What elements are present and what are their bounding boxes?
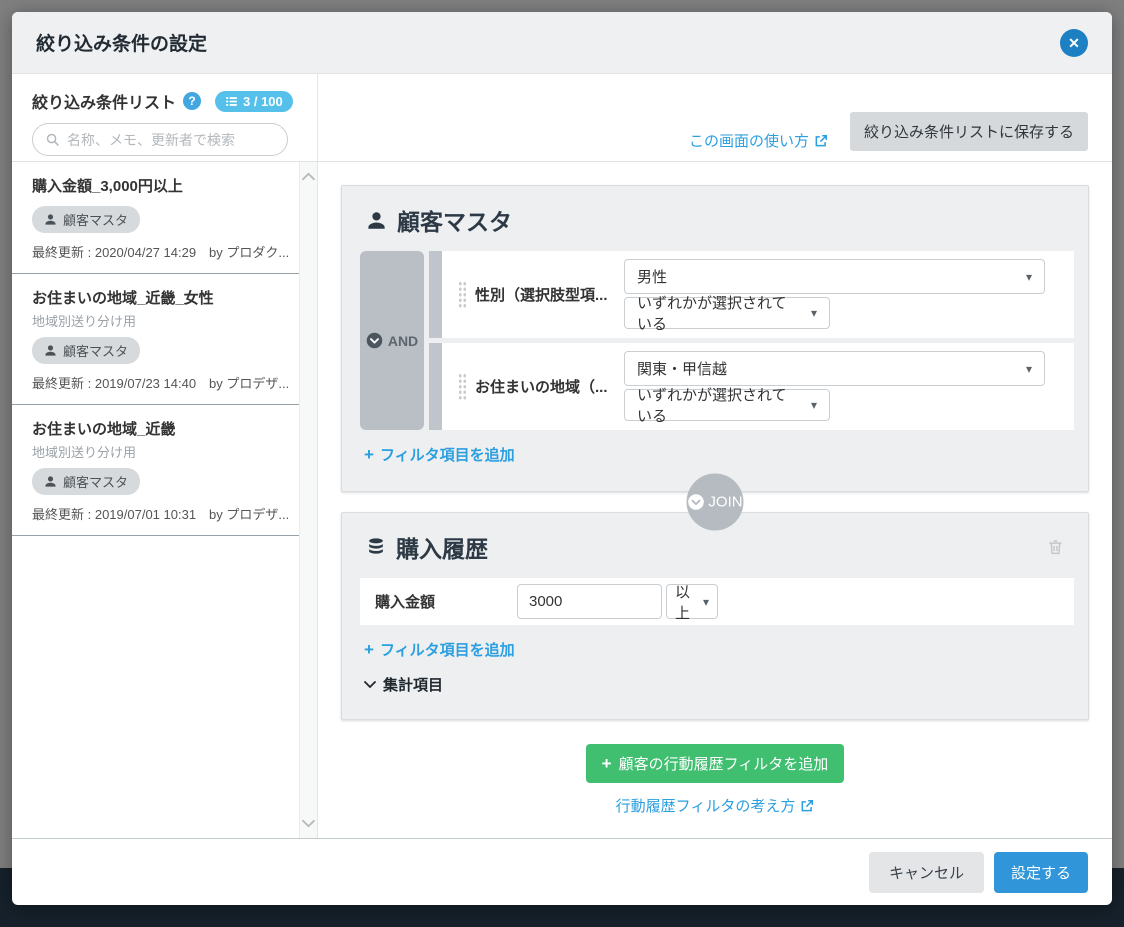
save-to-list-button[interactable]: 絞り込み条件リストに保存する — [850, 112, 1088, 151]
modal-footer: キャンセル 設定する — [12, 838, 1112, 905]
operator-toggle[interactable]: AND — [360, 251, 424, 430]
modal-body: 購入金額_3,000円以上 顧客マスタ 最終更新 : 2020/04/27 14… — [12, 162, 1112, 838]
item-updated: 最終更新 : 2019/07/23 14:40by プロデザ... — [32, 373, 273, 392]
add-behavior-filter-button[interactable]: + 顧客の行動履歴フィルタを追加 — [586, 744, 845, 783]
region-value-select[interactable]: 関東・甲信越 ▾ — [624, 351, 1045, 386]
add-filter-item-link[interactable]: + フィルタ項目を追加 — [364, 444, 515, 465]
item-name: お住まいの地域_近畿_女性 — [32, 287, 273, 308]
chevron-down-icon — [364, 680, 376, 689]
row-connector-bar — [429, 343, 442, 430]
scroll-down-icon[interactable] — [302, 819, 315, 828]
close-icon: ✕ — [1068, 36, 1080, 50]
purchase-amount-input[interactable] — [517, 584, 662, 619]
filter-field-label: お住まいの地域（... — [475, 376, 624, 397]
join-button[interactable]: JOIN — [687, 474, 744, 531]
gender-value-select[interactable]: 男性 ▾ — [624, 259, 1045, 294]
filter-row-wrap: お住まいの地域（... 関東・甲信越 ▾ いずれかが選択されている — [429, 343, 1074, 430]
caret-down-icon: ▾ — [1026, 270, 1032, 284]
plus-icon: + — [364, 445, 374, 465]
search-input[interactable] — [67, 132, 275, 148]
source-badge: 顧客マスタ — [32, 468, 140, 495]
source-badge: 顧客マスタ — [32, 206, 140, 233]
chevron-circle-down-icon — [687, 494, 704, 511]
scroll-up-icon[interactable] — [302, 172, 315, 181]
drag-handle-icon[interactable] — [458, 373, 467, 400]
filter-row-region: お住まいの地域（... 関東・甲信越 ▾ いずれかが選択されている — [442, 343, 1074, 430]
item-updated: 最終更新 : 2019/07/01 10:31by プロデザ... — [32, 504, 273, 523]
plus-icon: + — [364, 640, 374, 660]
trash-icon — [1047, 538, 1064, 556]
delete-panel-button[interactable] — [1047, 538, 1064, 556]
screen-help-link[interactable]: この画面の使い方 — [689, 130, 828, 151]
filter-count-badge: 3 / 100 — [215, 91, 293, 112]
modal-title: 絞り込み条件の設定 — [36, 29, 207, 56]
drag-handle-icon[interactable] — [458, 281, 467, 308]
search-box — [32, 123, 288, 156]
external-link-icon — [800, 799, 814, 813]
row-connector-bar — [429, 251, 442, 338]
modal-header: 絞り込み条件の設定 ✕ — [12, 12, 1112, 74]
source-badge: 顧客マスタ — [32, 337, 140, 364]
external-link-icon — [814, 134, 828, 148]
aggregate-items-toggle[interactable]: 集計項目 — [364, 674, 443, 695]
count-badge-text: 3 / 100 — [243, 94, 283, 109]
filter-row-gender: 性別（選択肢型項... 男性 ▾ いずれかが選択されている — [442, 251, 1074, 338]
item-memo: 地域別送り分け用 — [32, 442, 273, 461]
sidebar-title: 絞り込み条件リスト — [32, 89, 176, 113]
main-content: 顧客マスタ AND — [318, 162, 1112, 838]
add-filter-item-link[interactable]: + フィルタ項目を追加 — [364, 639, 515, 660]
submit-button[interactable]: 設定する — [994, 852, 1088, 893]
amount-condition-select[interactable]: 以上 ▾ — [666, 584, 718, 619]
item-name: お住まいの地域_近畿 — [32, 418, 273, 439]
customer-panel-title: 顧客マスタ — [366, 203, 512, 237]
help-icon[interactable]: ? — [183, 92, 201, 110]
purchase-history-panel: 購入履歴 購入金額 以上 — [341, 512, 1089, 720]
caret-down-icon: ▾ — [1026, 362, 1032, 376]
caret-down-icon: ▾ — [811, 398, 817, 412]
purchase-panel-title: 購入履歴 — [366, 530, 488, 564]
person-icon — [44, 475, 57, 488]
gender-condition-select[interactable]: いずれかが選択されている ▾ — [624, 297, 830, 329]
search-icon — [45, 132, 60, 147]
chevron-circle-down-icon — [366, 332, 383, 349]
customer-master-panel: 顧客マスタ AND — [341, 185, 1089, 492]
cancel-button[interactable]: キャンセル — [869, 852, 984, 893]
plus-icon: + — [602, 754, 612, 774]
filter-row-wrap: 性別（選択肢型項... 男性 ▾ いずれかが選択されている — [429, 251, 1074, 338]
region-condition-select[interactable]: いずれかが選択されている ▾ — [624, 389, 830, 421]
list-item[interactable]: お住まいの地域_近畿 地域別送り分け用 顧客マスタ 最終更新 : 2019/07… — [12, 405, 317, 536]
person-icon — [366, 210, 387, 231]
filter-settings-modal: 絞り込み条件の設定 ✕ 絞り込み条件リスト ? — [12, 12, 1112, 905]
item-name: 購入金額_3,000円以上 — [32, 175, 273, 196]
filter-list: 購入金額_3,000円以上 顧客マスタ 最終更新 : 2020/04/27 14… — [12, 162, 318, 838]
sidebar-header: 絞り込み条件リスト ? 3 / 100 — [12, 74, 318, 161]
filter-field-label: 性別（選択肢型項... — [475, 284, 624, 305]
purchase-amount-row: 購入金額 以上 ▾ — [360, 578, 1074, 625]
person-icon — [44, 344, 57, 357]
join-gap: JOIN — [341, 492, 1089, 512]
close-button[interactable]: ✕ — [1060, 29, 1088, 57]
top-row: 絞り込み条件リスト ? 3 / 100 — [12, 74, 1112, 162]
list-item[interactable]: お住まいの地域_近畿_女性 地域別送り分け用 顧客マスタ 最終更新 : 2019… — [12, 274, 317, 405]
toolbar: この画面の使い方 絞り込み条件リストに保存する — [318, 74, 1112, 161]
caret-down-icon: ▾ — [703, 595, 709, 609]
purchase-amount-label: 購入金額 — [375, 591, 517, 612]
list-item[interactable]: 購入金額_3,000円以上 顧客マスタ 最終更新 : 2020/04/27 14… — [12, 162, 317, 274]
behavior-filter-help-link[interactable]: 行動履歴フィルタの考え方 — [616, 795, 815, 816]
item-memo: 地域別送り分け用 — [32, 311, 273, 330]
database-icon — [366, 537, 386, 557]
person-icon — [44, 213, 57, 226]
list-icon — [225, 95, 238, 108]
caret-down-icon: ▾ — [811, 306, 817, 320]
and-group: AND 性別（選択肢型項... 男性 — [360, 251, 1074, 430]
list-scrollbar[interactable] — [299, 162, 317, 838]
item-updated: 最終更新 : 2020/04/27 14:29by プロダク... — [32, 242, 273, 261]
